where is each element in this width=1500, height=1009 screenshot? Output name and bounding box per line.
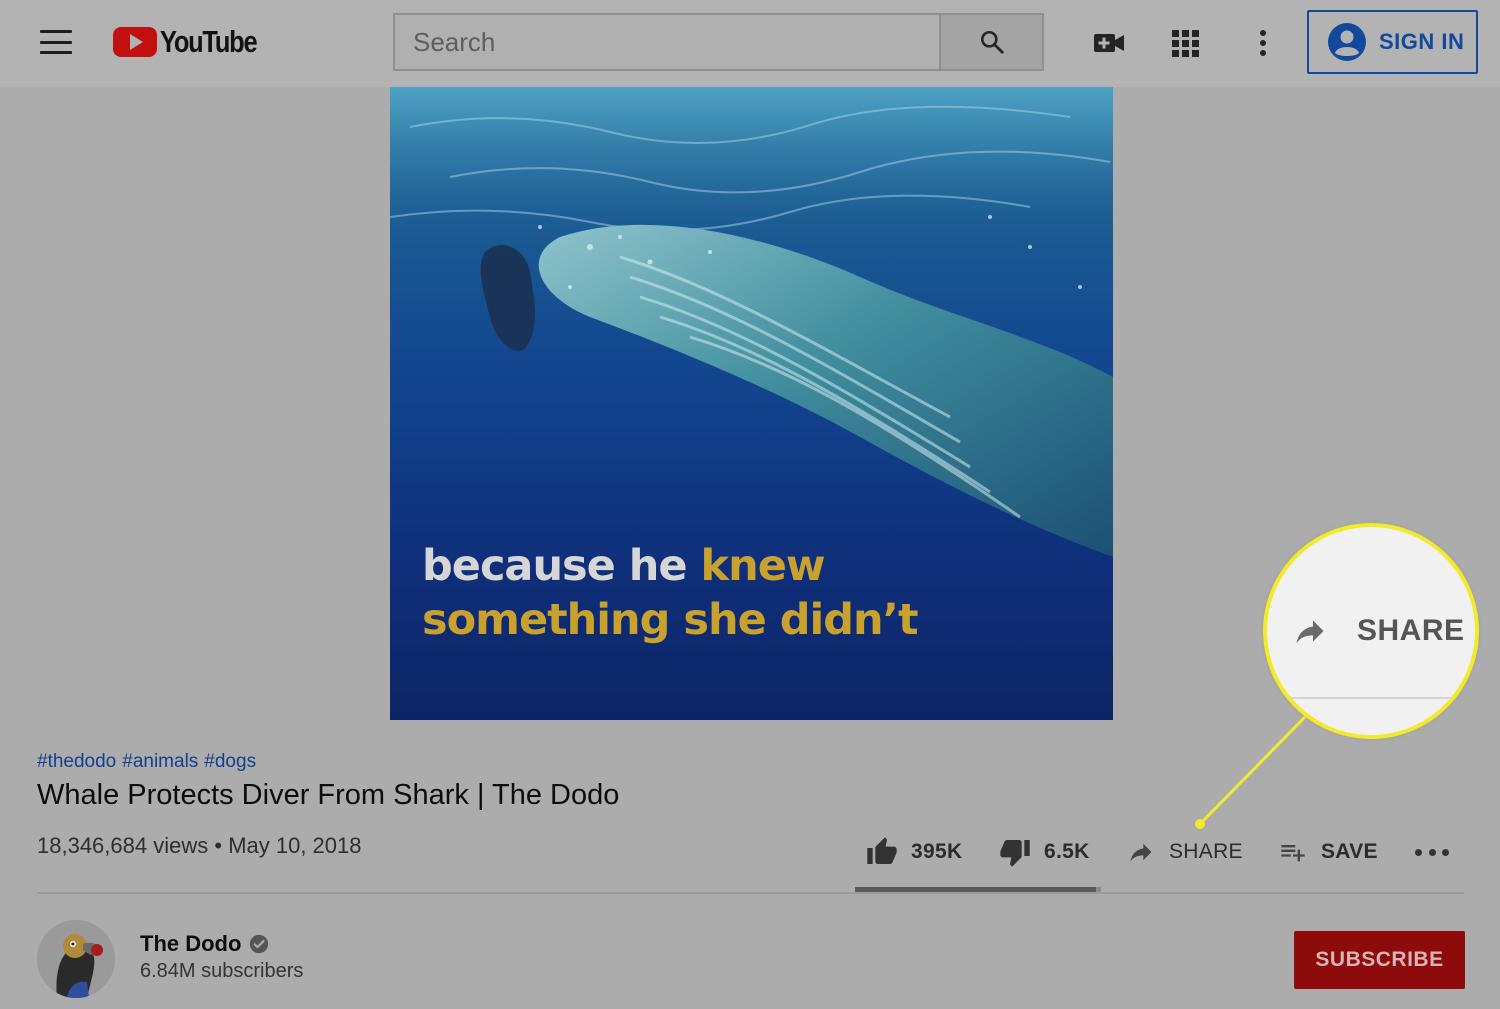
hashtags: #thedodo #animals #dogs (37, 751, 262, 773)
hashtag-link[interactable]: #animals (122, 751, 198, 772)
callout-share-label: SHARE (1357, 614, 1465, 647)
sign-in-button[interactable]: SIGN IN (1307, 10, 1478, 74)
publish-date: May 10, 2018 (228, 833, 362, 858)
verified-check-icon (250, 934, 269, 954)
account-circle-icon (1328, 23, 1366, 61)
youtube-play-icon (113, 27, 157, 57)
search-button[interactable] (939, 13, 1044, 71)
subscriber-count: 6.84M subscribers (140, 960, 304, 982)
hashtag-link[interactable]: #dogs (204, 751, 256, 772)
dislike-button[interactable]: 6.5K (998, 832, 1090, 872)
share-callout-magnifier: SHARE (1263, 523, 1479, 739)
video-title: Whale Protects Diver From Shark | The Do… (37, 779, 620, 811)
save-label: SAVE (1321, 840, 1378, 863)
like-button[interactable]: 395K (865, 832, 962, 872)
channel-avatar[interactable] (37, 920, 115, 998)
menu-icon[interactable] (36, 26, 76, 58)
subscribe-button[interactable]: SUBSCRIBE (1294, 931, 1465, 989)
share-arrow-icon (1130, 843, 1152, 862)
hashtag-link[interactable]: #thedodo (37, 751, 116, 772)
share-button[interactable]: SHARE (1125, 832, 1243, 872)
youtube-logo[interactable]: YouTube (113, 22, 278, 62)
caption-line1-white: because he (422, 541, 701, 591)
meta-separator: • (214, 833, 223, 858)
sign-in-label: SIGN IN (1379, 29, 1465, 54)
save-button[interactable]: SAVE (1277, 832, 1378, 872)
video-actions: 395K 6.5K SHARE SAVE (865, 832, 1485, 872)
share-arrow-icon (1296, 620, 1324, 643)
thumbs-down-icon (1000, 840, 1030, 867)
view-count: 18,346,684 views (37, 833, 209, 858)
video-caption: because he knew something she didn’t (422, 539, 919, 647)
apps-grid-icon[interactable] (1164, 22, 1206, 64)
video-camera-plus-icon[interactable] (1088, 22, 1130, 64)
more-horizontal-icon[interactable] (1415, 832, 1449, 872)
caption-line1-gold: knew (700, 541, 826, 591)
logo-text: YouTube (160, 24, 258, 59)
search-input[interactable] (393, 13, 941, 71)
playlist-add-icon (1281, 845, 1305, 862)
channel-name-text: The Dodo (140, 931, 242, 956)
divider (37, 892, 1464, 894)
callout-share: SHARE (1289, 613, 1465, 649)
thumbs-up-icon (867, 837, 897, 864)
search-icon (980, 30, 1004, 54)
video-player[interactable]: because he knew something she didn’t (390, 87, 1113, 720)
top-bar: YouTube SIGN IN (0, 0, 1500, 87)
channel-name[interactable]: The Dodo (140, 931, 269, 957)
dodo-bird-avatar (37, 920, 115, 998)
video-meta: 18,346,684 views • May 10, 2018 (37, 833, 362, 859)
like-count: 395K (911, 840, 963, 863)
dislike-count: 6.5K (1044, 840, 1090, 863)
share-label: SHARE (1169, 840, 1243, 863)
callout-divider (1267, 697, 1475, 699)
caption-line2-gold: something she didn’t (422, 595, 919, 645)
more-vertical-icon[interactable] (1242, 22, 1284, 64)
